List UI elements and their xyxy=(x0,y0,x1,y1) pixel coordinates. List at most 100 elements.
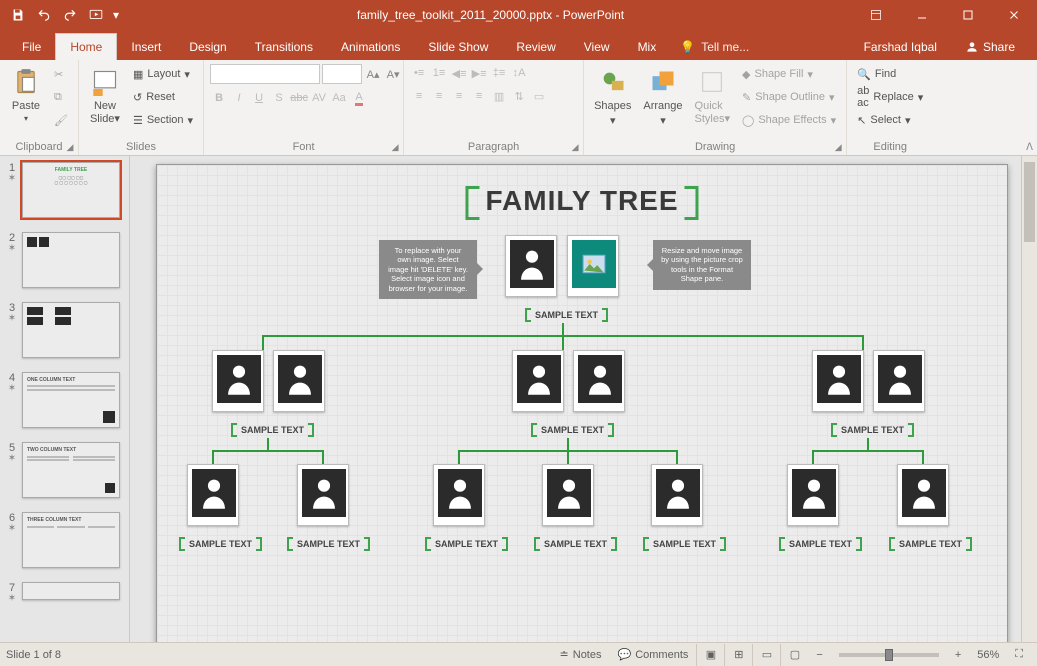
sample-text[interactable]: SAMPLE TEXT xyxy=(179,537,262,551)
copy-button[interactable]: ⧉ xyxy=(50,87,72,107)
thumbnail-1[interactable]: 1✶ FAMILY TREE▢▢ ▢▢ ▢▢▢ ▢ ▢ ▢ ▢ ▢ ▢ xyxy=(6,162,123,218)
shape-fill-button[interactable]: ◆Shape Fill▾ xyxy=(738,64,840,84)
indent-icon[interactable]: ▶≡ xyxy=(470,64,488,82)
thumbnail-4[interactable]: 4✶ ONE COLUMN TEXT xyxy=(6,372,123,428)
thumbnail-pane[interactable]: 1✶ FAMILY TREE▢▢ ▢▢ ▢▢▢ ▢ ▢ ▢ ▢ ▢ ▢ 2✶ 3… xyxy=(0,156,130,642)
justify-icon[interactable]: ≡ xyxy=(470,87,488,105)
photo-placeholder[interactable] xyxy=(651,464,703,526)
font-size-select[interactable] xyxy=(322,64,362,84)
save-icon[interactable] xyxy=(6,3,30,27)
collapse-ribbon-icon[interactable]: ᐱ xyxy=(1026,142,1033,153)
font-launcher-icon[interactable]: ◢ xyxy=(389,141,401,153)
layout-button[interactable]: ▦Layout▾ xyxy=(129,64,197,84)
photo-placeholder[interactable] xyxy=(512,350,564,412)
italic-icon[interactable]: I xyxy=(230,89,248,107)
sample-text[interactable]: SAMPLE TEXT xyxy=(889,537,972,551)
photo-placeholder[interactable] xyxy=(297,464,349,526)
sample-text[interactable]: SAMPLE TEXT xyxy=(425,537,508,551)
close-icon[interactable] xyxy=(991,0,1037,30)
case-icon[interactable]: Aa xyxy=(330,89,348,107)
fit-to-window-icon[interactable]: ⛶ xyxy=(1007,644,1031,666)
format-painter-button[interactable]: 🖌 xyxy=(50,110,72,130)
scrollbar-handle[interactable] xyxy=(1024,162,1035,242)
shadow-icon[interactable]: S xyxy=(270,89,288,107)
shapes-button[interactable]: Shapes▾ xyxy=(590,64,635,129)
notes-button[interactable]: ≐Notes xyxy=(552,644,610,666)
columns-icon[interactable]: ▥ xyxy=(490,87,508,105)
photo-placeholder[interactable] xyxy=(812,350,864,412)
normal-view-icon[interactable]: ▣ xyxy=(696,644,724,666)
share-button[interactable]: Share xyxy=(951,34,1029,60)
slide-canvas[interactable]: FAMILY TREE To replace with your own ima… xyxy=(156,164,1008,642)
drawing-launcher-icon[interactable]: ◢ xyxy=(832,141,844,153)
zoom-level[interactable]: 56% xyxy=(969,644,1007,666)
linespacing-icon[interactable]: ‡≡ xyxy=(490,64,508,82)
select-button[interactable]: ↖Select▾ xyxy=(853,110,927,130)
redo-icon[interactable] xyxy=(58,3,82,27)
numbers-icon[interactable]: 1≡ xyxy=(430,64,448,82)
align-left-icon[interactable]: ≡ xyxy=(410,87,428,105)
font-family-select[interactable] xyxy=(210,64,320,84)
photo-placeholder[interactable] xyxy=(787,464,839,526)
sample-text[interactable]: SAMPLE TEXT xyxy=(534,537,617,551)
slideshow-view-icon[interactable]: ▢ xyxy=(780,644,808,666)
smartart-icon[interactable]: ▭ xyxy=(530,87,548,105)
user-name[interactable]: Farshad Iqbal xyxy=(850,34,951,60)
slide-title[interactable]: FAMILY TREE xyxy=(465,185,698,220)
underline-icon[interactable]: U xyxy=(250,89,268,107)
photo-placeholder[interactable] xyxy=(433,464,485,526)
photo-placeholder[interactable] xyxy=(505,235,557,297)
textdir-icon[interactable]: ↕A xyxy=(510,64,528,82)
shape-effects-button[interactable]: ◯Shape Effects▾ xyxy=(738,110,840,130)
paste-button[interactable]: Paste▾ xyxy=(6,64,46,125)
tab-home[interactable]: Home xyxy=(55,33,117,60)
sample-text[interactable]: SAMPLE TEXT xyxy=(779,537,862,551)
paragraph-launcher-icon[interactable]: ◢ xyxy=(569,141,581,153)
photo-placeholder[interactable] xyxy=(542,464,594,526)
sample-text[interactable]: SAMPLE TEXT xyxy=(231,423,314,437)
reset-button[interactable]: ↺Reset xyxy=(129,87,197,107)
tab-view[interactable]: View xyxy=(570,34,624,60)
minimize-icon[interactable] xyxy=(899,0,945,30)
undo-icon[interactable] xyxy=(32,3,56,27)
tab-insert[interactable]: Insert xyxy=(117,34,175,60)
sample-text[interactable]: SAMPLE TEXT xyxy=(525,308,608,322)
photo-placeholder[interactable] xyxy=(567,235,619,297)
tab-review[interactable]: Review xyxy=(502,34,569,60)
font-color-icon[interactable]: A xyxy=(350,89,368,107)
thumbnail-6[interactable]: 6✶ THREE COLUMN TEXT xyxy=(6,512,123,568)
sample-text[interactable]: SAMPLE TEXT xyxy=(831,423,914,437)
slide-canvas-area[interactable]: FAMILY TREE To replace with your own ima… xyxy=(130,156,1037,642)
outdent-icon[interactable]: ◀≡ xyxy=(450,64,468,82)
thumbnail-2[interactable]: 2✶ xyxy=(6,232,123,288)
sample-text[interactable]: SAMPLE TEXT xyxy=(287,537,370,551)
slide-counter[interactable]: Slide 1 of 8 xyxy=(6,649,552,661)
start-from-beginning-icon[interactable] xyxy=(84,3,108,27)
tooltip-resize-image[interactable]: Resize and move image by using the pictu… xyxy=(653,240,751,290)
comments-button[interactable]: 💬Comments xyxy=(610,644,697,666)
photo-placeholder[interactable] xyxy=(212,350,264,412)
bold-icon[interactable]: B xyxy=(210,89,228,107)
clipboard-launcher-icon[interactable]: ◢ xyxy=(64,141,76,153)
tab-animations[interactable]: Animations xyxy=(327,34,414,60)
tab-slideshow[interactable]: Slide Show xyxy=(414,34,502,60)
slide-sorter-view-icon[interactable]: ⊞ xyxy=(724,644,752,666)
tab-transitions[interactable]: Transitions xyxy=(241,34,327,60)
zoom-out-button[interactable]: − xyxy=(808,644,830,666)
zoom-slider[interactable] xyxy=(839,653,939,657)
thumbnail-3[interactable]: 3✶ xyxy=(6,302,123,358)
increase-size-icon[interactable]: A▴ xyxy=(364,65,382,83)
photo-placeholder[interactable] xyxy=(873,350,925,412)
arrange-button[interactable]: Arrange▾ xyxy=(639,64,686,129)
thumbnail-5[interactable]: 5✶ TWO COLUMN TEXT xyxy=(6,442,123,498)
thumbnail-7[interactable]: 7✶ xyxy=(6,582,123,604)
shape-outline-button[interactable]: ✎Shape Outline▾ xyxy=(738,87,840,107)
tell-me-search[interactable]: 💡 Tell me... xyxy=(670,34,759,60)
quick-styles-button[interactable]: QuickStyles▾ xyxy=(691,64,734,127)
zoom-in-button[interactable]: + xyxy=(947,644,969,666)
reading-view-icon[interactable]: ▭ xyxy=(752,644,780,666)
spacing-icon[interactable]: AV xyxy=(310,89,328,107)
vertical-scrollbar[interactable] xyxy=(1021,156,1037,642)
zoom-handle[interactable] xyxy=(885,649,893,661)
photo-placeholder[interactable] xyxy=(273,350,325,412)
